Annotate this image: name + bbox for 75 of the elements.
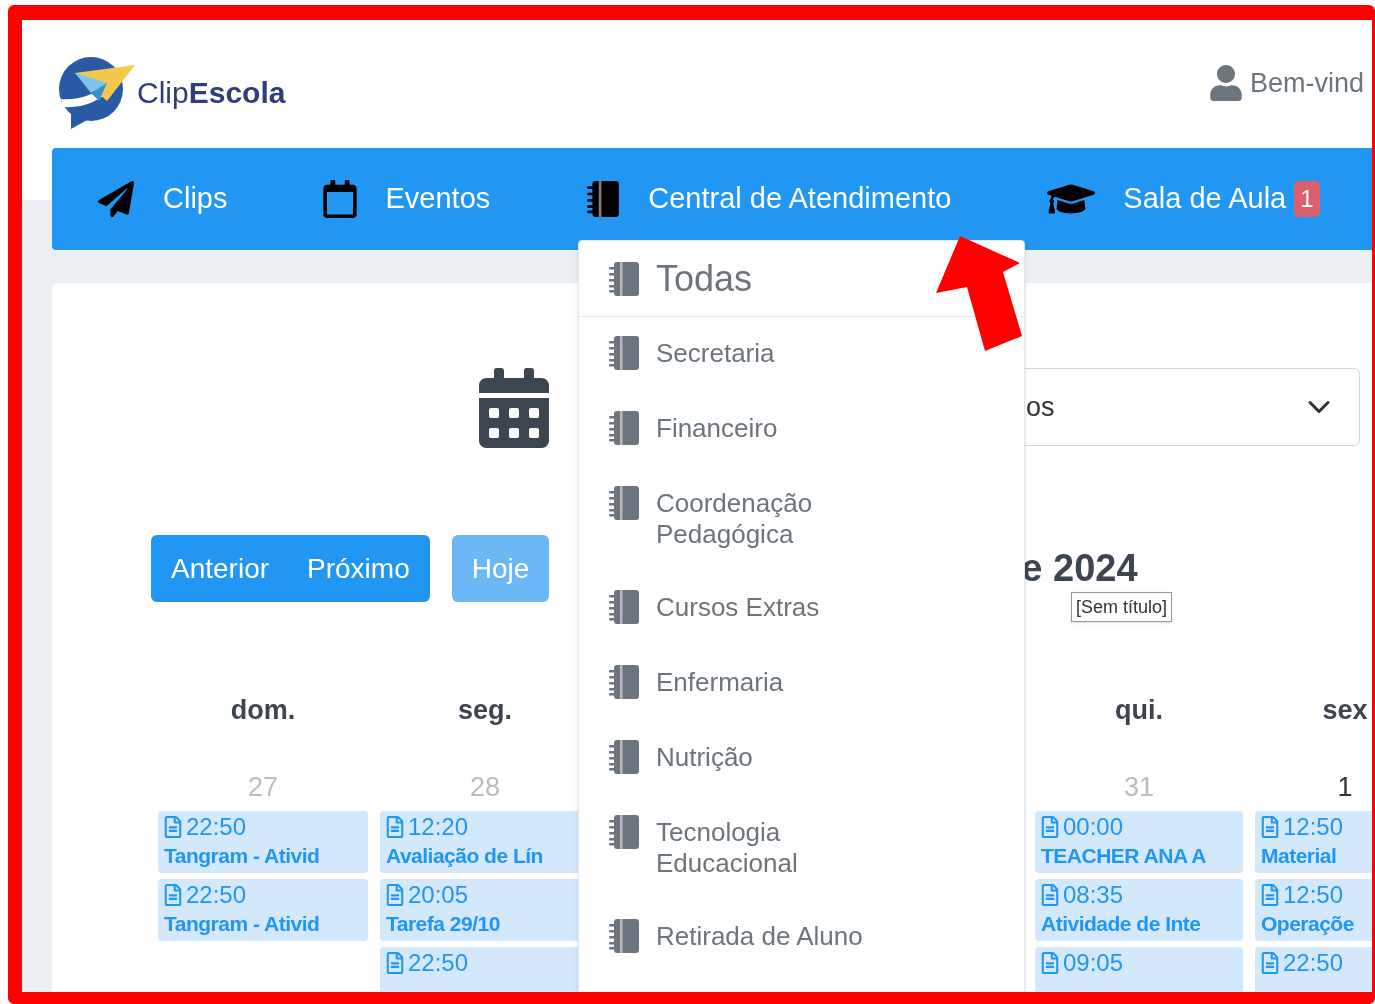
dropdown-item[interactable]: Coordenação Pedagógica	[579, 467, 1024, 571]
notebook-icon	[608, 918, 640, 954]
weekday-header: qui.	[1115, 693, 1163, 727]
notebook-icon	[608, 664, 640, 700]
logo-icon	[57, 55, 135, 130]
dropdown-item[interactable]: Cursos Extras	[579, 571, 1024, 646]
calendar-event[interactable]: 22:50 Tangram - Ativid	[158, 879, 368, 941]
calendar-icon	[478, 368, 550, 448]
notebook-icon	[586, 180, 621, 218]
event-title: Tangram - Ativid	[164, 911, 321, 937]
nav-button[interactable]: Anterior	[151, 535, 289, 602]
document-icon	[1261, 816, 1279, 838]
event-time: 22:50	[408, 949, 469, 977]
event-time: 12:20	[408, 813, 469, 841]
event-time: 22:50	[1283, 949, 1344, 977]
event-title: Tangram - Ativid	[164, 843, 321, 869]
day-number: 1	[1337, 770, 1353, 804]
event-title: Avaliação de Lín	[386, 843, 544, 869]
event-time: 00:00	[1063, 813, 1124, 841]
document-icon	[1261, 952, 1279, 974]
day-number: 28	[469, 770, 500, 804]
event-time: 22:50	[186, 881, 247, 909]
welcome-text: Bem-vind	[1249, 67, 1364, 100]
document-icon	[386, 952, 404, 974]
document-icon	[164, 884, 182, 906]
document-icon	[1041, 884, 1059, 906]
calendar-event[interactable]: 22:50	[1255, 947, 1372, 992]
event-title: Operaçõe	[1261, 911, 1355, 937]
event-title: Tarefa 29/10	[386, 911, 501, 937]
paper-plane-icon	[97, 181, 135, 217]
event-time: 08:35	[1063, 881, 1124, 909]
document-icon	[1041, 952, 1059, 974]
event-title: Atividade de Inte	[1041, 911, 1202, 937]
weekday-header: seg.	[458, 693, 512, 727]
document-icon	[1261, 884, 1279, 906]
tooltip: [Sem título]	[1071, 592, 1173, 622]
document-icon	[1041, 816, 1059, 838]
dropdown-item[interactable]: Enfermaria	[579, 646, 1024, 721]
logo-text: ClipEscola	[137, 75, 286, 111]
notebook-icon	[608, 485, 640, 521]
calendar-event[interactable]: 08:35 Atividade de Inte	[1035, 879, 1243, 941]
event-time: 12:50	[1283, 813, 1344, 841]
event-title: Material	[1261, 843, 1338, 869]
nav-button[interactable]: Próximo	[288, 535, 430, 602]
user-icon	[1209, 65, 1242, 102]
event-time: 12:50	[1283, 881, 1344, 909]
day-number: 31	[1123, 770, 1154, 804]
event-title: TEACHER ANA A	[1041, 843, 1207, 869]
event-time: 20:05	[408, 881, 469, 909]
calendar-event[interactable]: 12:50 Operaçõe	[1255, 879, 1372, 941]
document-icon	[164, 816, 182, 838]
document-icon	[386, 816, 404, 838]
notification-badge: 1	[1294, 181, 1320, 217]
notebook-icon	[608, 589, 640, 625]
event-time: 22:50	[186, 813, 247, 841]
nav-link[interactable]: Eventos	[385, 177, 491, 221]
notebook-icon	[608, 260, 640, 297]
notebook-icon	[608, 410, 640, 446]
calendar-event[interactable]: 00:00 TEACHER ANA A	[1035, 811, 1243, 873]
calendar-event[interactable]: 12:50 Material	[1255, 811, 1372, 873]
nav-link[interactable]: Sala de Aula	[1123, 177, 1287, 221]
weekday-header: sex	[1322, 693, 1368, 727]
nav-link[interactable]: Clips	[163, 177, 228, 221]
notebook-icon	[608, 739, 640, 775]
calendar-icon	[323, 180, 358, 218]
document-icon	[386, 884, 404, 906]
notebook-icon	[608, 814, 640, 850]
dropdown-item[interactable]: Nutrição	[579, 721, 1024, 796]
calendar-event[interactable]: 22:50 Tangram - Ativid	[158, 811, 368, 873]
calendar-event[interactable]: 09:05	[1035, 947, 1243, 992]
nav-link[interactable]: Central de Atendimento	[648, 177, 952, 221]
weekday-header: dom.	[230, 693, 296, 727]
notebook-icon	[608, 335, 640, 371]
event-time: 09:05	[1063, 949, 1124, 977]
day-number: 27	[247, 770, 278, 804]
